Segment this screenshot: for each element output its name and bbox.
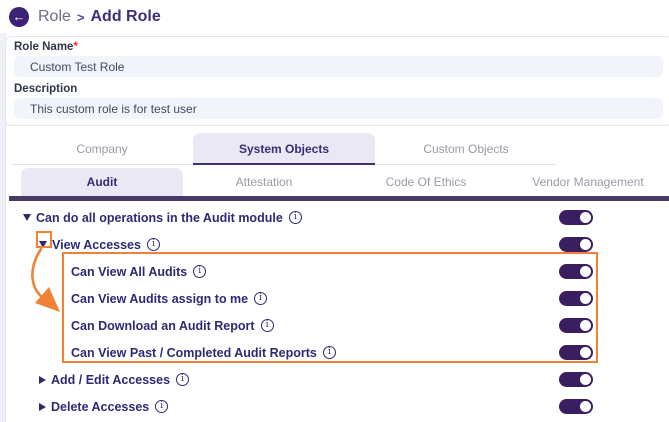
permission-label: Can Download an Audit Report [71, 318, 255, 333]
toggle-view-accesses[interactable] [559, 237, 593, 252]
info-icon[interactable] [193, 265, 207, 278]
tab-vendor-management[interactable]: Vendor Management [507, 168, 669, 196]
toggle-knob [580, 374, 591, 385]
toggle-view-all-audits[interactable] [559, 264, 593, 279]
primary-tab-bar: Company System Objects Custom Objects [11, 133, 557, 165]
main-content: Role Name* Description Company System Ob… [5, 33, 669, 422]
role-name-label: Role Name* [14, 41, 663, 53]
permission-label-group: Delete Accesses [39, 400, 559, 414]
toggle-view-past-reports[interactable] [559, 345, 593, 360]
info-icon[interactable] [176, 373, 190, 386]
required-asterisk: * [73, 41, 78, 53]
info-icon[interactable] [155, 400, 169, 413]
permission-row-view-past-reports: Can View Past / Completed Audit Reports [6, 339, 669, 366]
page-header: Role > Add Role [0, 0, 669, 33]
module-tab-bar: Audit Attestation Code Of Ethics Vendor … [21, 168, 669, 196]
expand-arrow-icon[interactable] [39, 375, 46, 384]
tab-audit[interactable]: Audit [21, 168, 183, 196]
permission-label-group: Can Download an Audit Report [71, 319, 559, 333]
permission-label: Can View Past / Completed Audit Reports [71, 345, 317, 360]
permission-label-group: Can View Past / Completed Audit Reports [71, 346, 559, 360]
toggle-delete-accesses[interactable] [559, 399, 593, 414]
info-icon[interactable] [254, 292, 268, 305]
permission-row-view-accesses: View Accesses [6, 231, 669, 258]
toggle-knob [580, 266, 591, 277]
toggle-download-report[interactable] [559, 318, 593, 333]
breadcrumb-role[interactable]: Role [38, 8, 71, 26]
permission-label: Add / Edit Accesses [51, 372, 171, 387]
role-form-card: Role Name* Description [5, 36, 669, 126]
toggle-knob [580, 293, 591, 304]
role-name-field-group: Role Name* [14, 41, 663, 77]
role-name-label-text: Role Name [14, 41, 74, 53]
permission-label-group: View Accesses [39, 238, 559, 252]
toggle-knob [580, 239, 591, 250]
permission-row-download-report: Can Download an Audit Report [6, 312, 669, 339]
permission-label: Delete Accesses [51, 399, 150, 414]
permission-label: Can do all operations in the Audit modul… [36, 210, 283, 225]
page-title: Add Role [90, 7, 161, 25]
toggle-knob [580, 347, 591, 358]
permission-label-group: Can View All Audits [71, 265, 559, 279]
toggle-knob [580, 320, 591, 331]
permission-row-view-all-audits: Can View All Audits [6, 258, 669, 285]
permission-label: Can View Audits assign to me [71, 291, 249, 306]
breadcrumb-separator-icon: > [76, 9, 85, 25]
back-arrow-icon[interactable] [9, 6, 29, 27]
expand-arrow-icon[interactable] [39, 402, 46, 411]
description-label-text: Description [14, 83, 78, 95]
toggle-view-audits-assigned[interactable] [559, 291, 593, 306]
collapse-arrow-icon[interactable] [39, 241, 47, 248]
tab-company[interactable]: Company [11, 133, 193, 164]
permission-label-group: Can do all operations in the Audit modul… [23, 211, 559, 225]
permission-label: View Accesses [52, 237, 141, 252]
permission-row-view-audits-assigned: Can View Audits assign to me [6, 285, 669, 312]
description-field-group: Description [14, 83, 663, 119]
info-icon[interactable] [260, 319, 274, 332]
info-icon[interactable] [288, 211, 302, 224]
toggle-all-operations[interactable] [559, 210, 593, 225]
collapse-arrow-icon[interactable] [23, 214, 31, 221]
permission-row-all-operations: Can do all operations in the Audit modul… [6, 204, 669, 231]
description-label: Description [14, 83, 663, 95]
permission-label: Can View All Audits [71, 264, 188, 279]
tab-system-objects[interactable]: System Objects [193, 133, 375, 165]
tab-custom-objects[interactable]: Custom Objects [375, 133, 557, 164]
breadcrumb: Role > Add Role [38, 8, 161, 26]
toggle-add-edit-accesses[interactable] [559, 372, 593, 387]
info-icon[interactable] [322, 346, 336, 359]
description-input[interactable] [14, 98, 663, 119]
toggle-knob [580, 212, 591, 223]
permission-row-delete-accesses: Delete Accesses [6, 393, 669, 420]
toggle-knob [580, 401, 591, 412]
permission-label-group: Can View Audits assign to me [71, 292, 559, 306]
tab-code-of-ethics[interactable]: Code Of Ethics [345, 168, 507, 196]
permission-list: Can do all operations in the Audit modul… [6, 201, 669, 420]
permission-label-group: Add / Edit Accesses [39, 373, 559, 387]
role-name-input[interactable] [14, 56, 663, 77]
info-icon[interactable] [146, 238, 160, 251]
permission-row-add-edit-accesses: Add / Edit Accesses [6, 366, 669, 393]
tab-attestation[interactable]: Attestation [183, 168, 345, 196]
